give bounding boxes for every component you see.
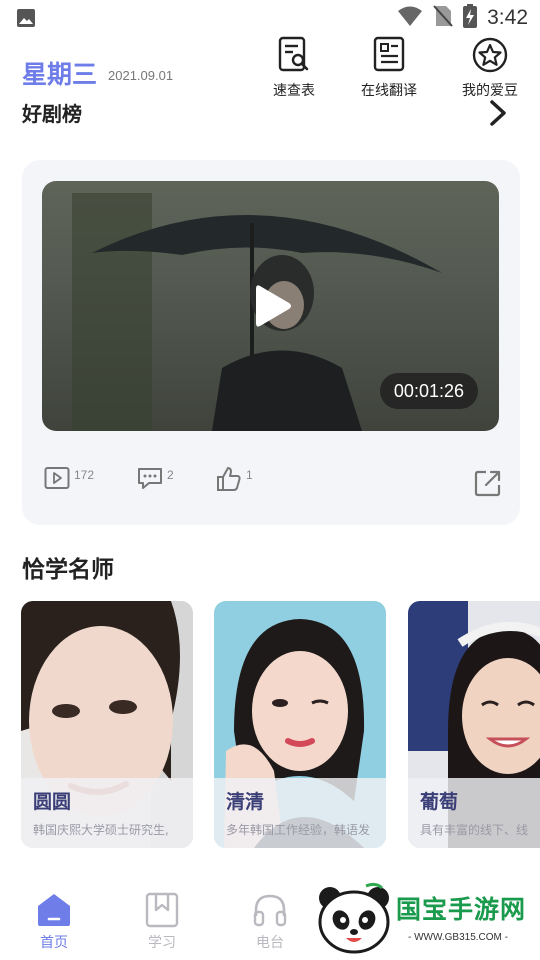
thumbs-up-icon: [216, 466, 242, 496]
watermark: 国宝手游网 - WWW.GB315.COM -: [296, 870, 540, 960]
wifi-icon: [397, 5, 423, 31]
gallery-notification-icon: [16, 8, 36, 32]
teacher-description: 韩国庆熙大学硕士研究生,: [33, 823, 169, 837]
teacher-description: 具有丰富的线下、线: [420, 823, 529, 837]
date-label: 2021.09.01: [108, 68, 174, 83]
teacher-card[interactable]: 圆圆 韩国庆熙大学硕士研究生,: [21, 601, 193, 848]
teacher-name: 葡萄: [420, 791, 459, 813]
play-count-icon: [44, 466, 70, 494]
headphones-icon: [235, 892, 305, 928]
like-stat[interactable]: 1: [216, 466, 253, 496]
like-count: 1: [246, 468, 253, 482]
quick-action-label: 速查表: [273, 83, 315, 99]
star-circle-icon: [445, 36, 535, 74]
home-icon: [19, 892, 89, 928]
quick-action-cheatsheet[interactable]: 速查表: [249, 36, 339, 100]
bookmark-icon: [127, 892, 197, 928]
video-card: 00:01:26 172 2 1: [22, 160, 520, 525]
teachers-section-title: 恰学名师: [22, 557, 114, 583]
chevron-right-icon[interactable]: [484, 98, 510, 132]
video-player[interactable]: 00:01:26: [42, 181, 499, 431]
comment-count: 2: [167, 468, 174, 482]
watermark-url: - WWW.GB315.COM -: [408, 932, 508, 943]
nav-home[interactable]: 首页: [19, 892, 89, 952]
video-duration: 00:01:26: [379, 373, 478, 409]
teacher-name: 清清: [226, 791, 265, 813]
quick-action-label: 我的爱豆: [462, 83, 518, 99]
translate-document-icon: [344, 36, 434, 74]
play-icon[interactable]: [256, 283, 292, 333]
comment-icon: [137, 466, 163, 494]
search-document-icon: [249, 36, 339, 74]
nav-label: 电台: [256, 935, 284, 951]
share-icon[interactable]: [474, 469, 502, 501]
clock: 3:42: [487, 6, 528, 29]
play-count-stat: 172: [44, 466, 94, 494]
no-sim-icon: [433, 5, 453, 31]
watermark-text: 国宝手游网: [396, 895, 527, 924]
comment-stat[interactable]: 2: [137, 466, 174, 494]
panda-logo-icon: [318, 882, 390, 954]
quick-action-translate[interactable]: 在线翻译: [344, 36, 434, 100]
teacher-name: 圆圆: [33, 791, 72, 813]
play-count: 172: [74, 468, 95, 482]
teacher-card[interactable]: 清清 多年韩国工作经验，韩语发: [214, 601, 386, 848]
weekday-label: 星期三: [22, 60, 98, 89]
quick-action-my-idol[interactable]: 我的爱豆: [445, 36, 535, 100]
teacher-description: 多年韩国工作经验，韩语发: [226, 823, 371, 837]
quick-action-label: 在线翻译: [361, 83, 417, 99]
teacher-card[interactable]: 葡萄 具有丰富的线下、线: [408, 601, 540, 848]
nav-label: 学习: [148, 935, 176, 951]
nav-label: 首页: [40, 935, 68, 951]
status-bar: 3:42: [0, 0, 540, 36]
battery-charging-icon: [463, 4, 478, 32]
drama-ranking-title[interactable]: 好剧榜: [22, 98, 82, 127]
nav-radio[interactable]: 电台: [235, 892, 305, 952]
nav-study[interactable]: 学习: [127, 892, 197, 952]
